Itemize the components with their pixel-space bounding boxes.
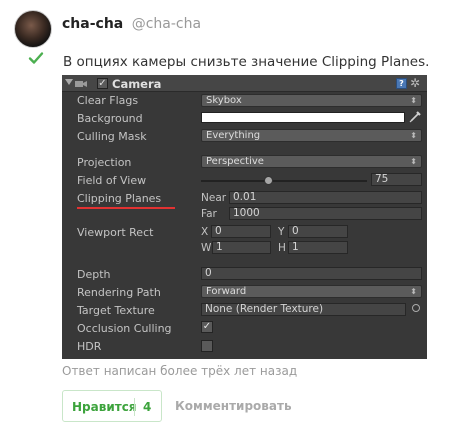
target-texture-value: None (Render Texture) — [201, 303, 406, 316]
occlusion-culling-label: Occlusion Culling — [77, 322, 172, 335]
clipping-planes-red-underline — [77, 207, 175, 209]
like-count: 4 — [143, 400, 152, 414]
projection-value: Perspective — [206, 156, 264, 167]
accepted-check-icon — [28, 52, 44, 64]
rendering-path-dropdown: Forward ⬍ — [201, 285, 422, 298]
culling-mask-label: Culling Mask — [77, 130, 147, 143]
field-of-view-value: 75 — [371, 173, 422, 186]
viewport-w-value: 1 — [212, 241, 271, 254]
occlusion-culling-checkbox: ✓ — [201, 321, 213, 333]
avatar[interactable] — [14, 10, 52, 48]
viewport-x-label: X — [201, 226, 209, 238]
component-header: ✓ Camera ? ✲ — [62, 75, 427, 92]
camera-icon — [75, 81, 87, 87]
background-color-swatch — [201, 112, 405, 123]
field-of-view-slider-thumb — [264, 176, 273, 185]
clear-flags-label: Clear Flags — [77, 94, 139, 107]
viewport-rect-label: Viewport Rect — [77, 226, 154, 239]
dropdown-arrows-icon: ⬍ — [410, 287, 417, 296]
camera-inspector-screenshot: ✓ Camera ? ✲ Clear Flags Skybox ⬍ Backgr… — [62, 75, 427, 359]
eyedropper-icon — [409, 111, 421, 123]
culling-mask-value: Everything — [206, 130, 261, 141]
like-separator — [134, 398, 135, 416]
projection-dropdown: Perspective ⬍ — [201, 155, 422, 168]
culling-mask-dropdown: Everything ⬍ — [201, 129, 422, 142]
answer-timestamp: Ответ написан более трёх лет назад — [62, 364, 298, 378]
author: cha-cha @cha-cha — [62, 16, 201, 32]
field-of-view-slider-track — [201, 180, 367, 182]
near-label: Near — [201, 192, 227, 204]
component-title: Camera — [112, 77, 162, 91]
dropdown-arrows-icon: ⬍ — [410, 157, 417, 166]
answer-text: В опциях камеры снизьте значение Clippin… — [63, 54, 430, 70]
background-label: Background — [77, 112, 143, 125]
help-icon: ? — [396, 78, 407, 89]
viewport-h-value: 1 — [288, 241, 348, 254]
rendering-path-value: Forward — [206, 286, 247, 297]
component-enabled-checkbox: ✓ — [97, 78, 108, 89]
viewport-x-value: 0 — [211, 225, 271, 238]
clipping-planes-label: Clipping Planes — [77, 192, 162, 205]
clear-flags-value: Skybox — [206, 95, 242, 106]
viewport-y-value: 0 — [288, 225, 348, 238]
rendering-path-label: Rendering Path — [77, 286, 161, 299]
like-button[interactable]: Нравится 4 — [62, 390, 162, 422]
depth-value: 0 — [201, 267, 422, 280]
dropdown-arrows-icon: ⬍ — [410, 96, 417, 105]
hdr-label: HDR — [77, 340, 102, 353]
object-picker-icon — [412, 304, 420, 312]
far-label: Far — [201, 208, 217, 220]
near-value: 0.01 — [229, 191, 422, 204]
author-name[interactable]: cha-cha — [62, 16, 123, 32]
field-of-view-label: Field of View — [77, 174, 147, 187]
clear-flags-dropdown: Skybox ⬍ — [201, 94, 422, 107]
projection-label: Projection — [77, 156, 132, 169]
comment-button[interactable]: Комментировать — [175, 399, 292, 413]
target-texture-label: Target Texture — [77, 304, 155, 317]
viewport-h-label: H — [278, 242, 286, 254]
foldout-arrow-icon — [65, 79, 73, 85]
far-value: 1000 — [229, 207, 422, 220]
depth-label: Depth — [77, 268, 111, 281]
like-label: Нравится — [72, 400, 137, 414]
gear-icon: ✲ — [410, 76, 421, 90]
hdr-checkbox — [201, 340, 213, 352]
viewport-y-label: Y — [278, 226, 285, 238]
author-handle: @cha-cha — [131, 16, 202, 32]
viewport-w-label: W — [201, 242, 212, 254]
dropdown-arrows-icon: ⬍ — [410, 131, 417, 140]
